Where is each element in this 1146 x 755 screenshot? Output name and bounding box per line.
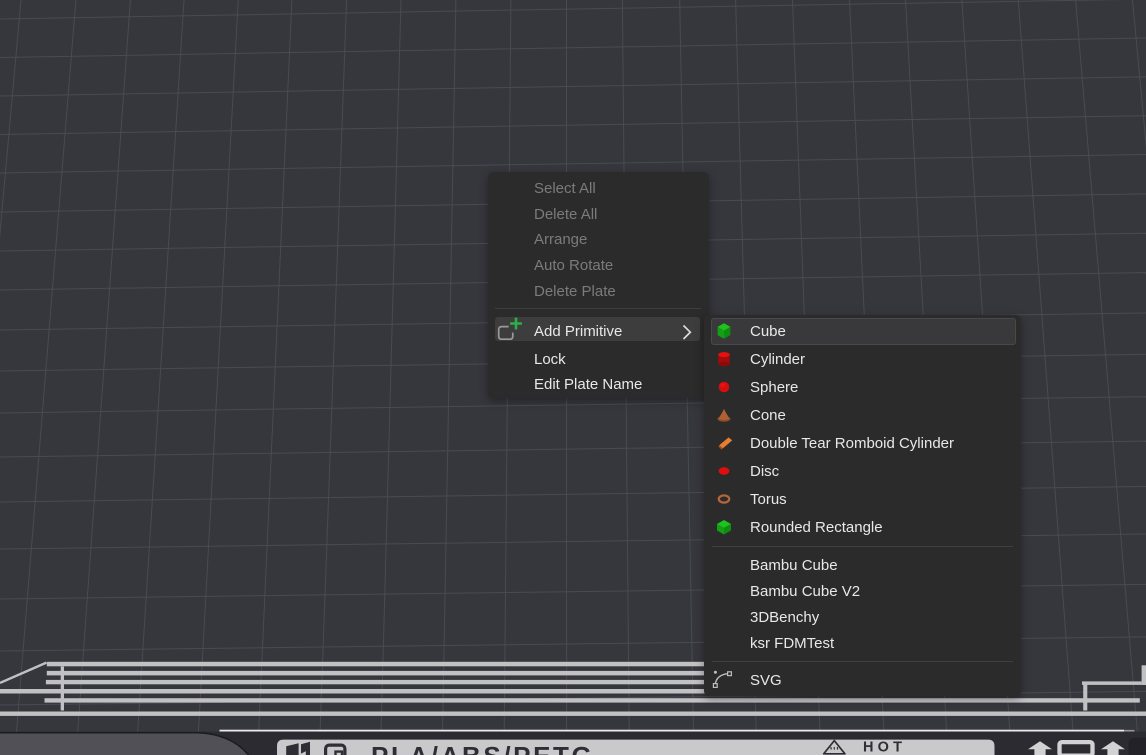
svg-text:HOT: HOT <box>863 740 906 755</box>
svg-text:PLA/ABS/PETG: PLA/ABS/PETG <box>371 741 594 755</box>
